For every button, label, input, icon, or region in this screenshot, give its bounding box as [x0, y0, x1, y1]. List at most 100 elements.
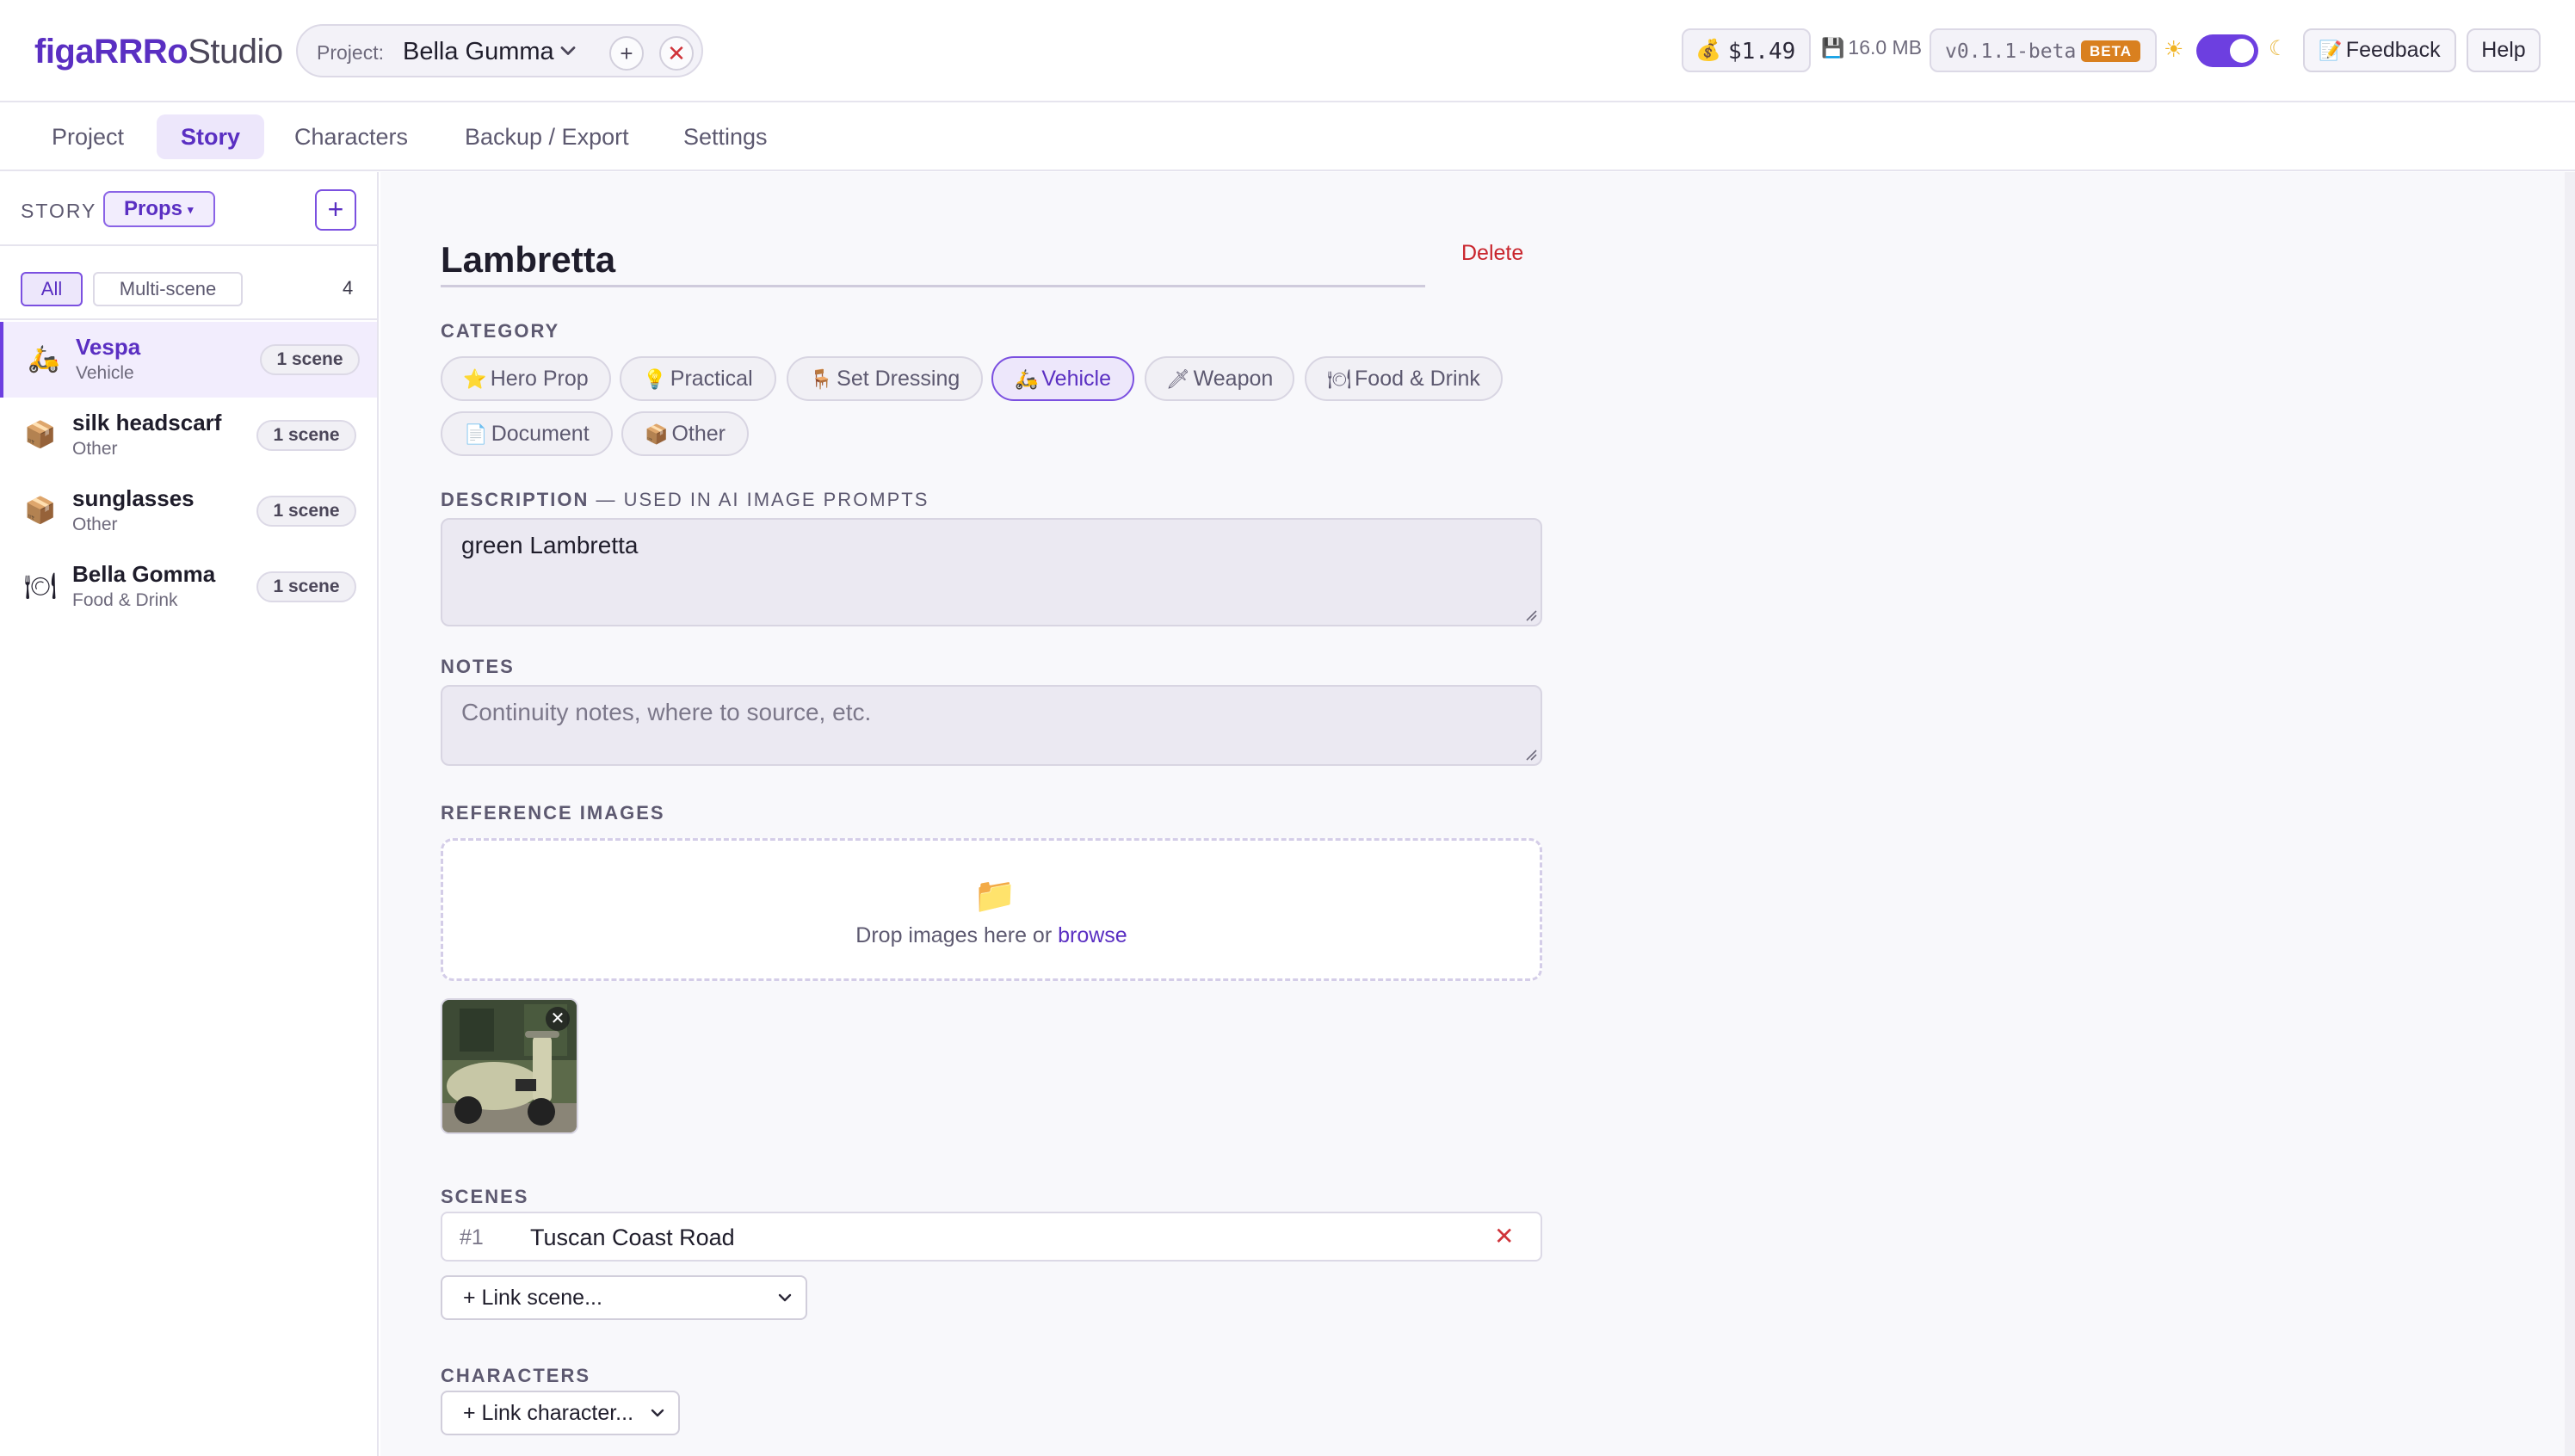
filter-multi-scene-button[interactable]: Multi-scene: [93, 272, 243, 306]
project-label: Project:: [317, 41, 384, 64]
description-label: DESCRIPTION — USED IN AI IMAGE PROMPTS: [441, 489, 929, 511]
chip-label: Document: [491, 422, 590, 446]
category-chip-document[interactable]: 📄 Document: [441, 411, 613, 456]
linked-scene-row: #1 Tuscan Coast Road ✕: [441, 1212, 1542, 1262]
notes-textarea[interactable]: Continuity notes, where to source, etc.: [441, 685, 1542, 766]
link-scene-label: + Link scene...: [463, 1286, 602, 1310]
app-logo[interactable]: figaRRRoStudio: [34, 31, 283, 72]
toggle-knob: [2230, 39, 2254, 63]
tab-project[interactable]: Project: [28, 114, 148, 159]
item-name: Vespa: [76, 334, 141, 360]
notes-placeholder: Continuity notes, where to source, etc.: [461, 699, 872, 725]
item-name: sunglasses: [72, 485, 195, 511]
category-chip-vehicle[interactable]: 🛵 Vehicle: [991, 356, 1134, 401]
document-icon: 📄: [464, 423, 488, 445]
item-category: Vehicle: [76, 363, 134, 383]
filter-all-button[interactable]: All: [21, 272, 83, 306]
description-value: green Lambretta: [461, 532, 639, 558]
chip-label: Hero Prop: [490, 367, 589, 391]
folder-icon: 📁: [973, 877, 1016, 915]
scenes-label: SCENES: [441, 1186, 529, 1207]
link-character-select[interactable]: + Link character...: [441, 1391, 680, 1435]
plate-icon: 🍽: [1327, 368, 1352, 390]
main-tabs: Project Story Characters Backup / Export…: [0, 104, 2575, 171]
resize-handle-icon[interactable]: [1525, 609, 1537, 621]
tab-characters[interactable]: Characters: [270, 114, 432, 159]
app-header: figaRRRoStudio Project: Bella Gumma + ✕ …: [0, 0, 2575, 102]
vertical-scrollbar[interactable]: [2565, 172, 2575, 1456]
unlink-scene-button[interactable]: ✕: [1494, 1222, 1514, 1250]
item-count: 4: [343, 277, 354, 299]
project-switcher[interactable]: Project: Bella Gumma + ✕: [296, 24, 703, 77]
star-icon: ⭐: [463, 368, 487, 390]
chevron-down-icon: [778, 1293, 792, 1302]
beta-badge: BETA: [2081, 40, 2141, 62]
tab-settings[interactable]: Settings: [659, 114, 792, 159]
sidebar-filter-bar: All Multi-scene 4: [0, 248, 377, 320]
package-icon: 📦: [645, 423, 669, 445]
characters-label: CHARACTERS: [441, 1365, 590, 1386]
help-button[interactable]: Help: [2467, 28, 2541, 72]
list-item[interactable]: 📦 sunglasses Other 1 scene: [0, 473, 377, 549]
description-hint: — USED IN AI IMAGE PROMPTS: [589, 489, 929, 510]
memo-icon: 📝: [2319, 40, 2343, 61]
scene-count-badge: 1 scene: [260, 344, 360, 375]
caret-down-icon: ▾: [188, 202, 194, 216]
reference-image-thumbnail[interactable]: ✕: [441, 998, 578, 1134]
package-icon: 📦: [24, 497, 57, 525]
brand-studio: Studio: [188, 33, 283, 71]
scene-name[interactable]: Tuscan Coast Road: [530, 1225, 735, 1251]
add-project-button[interactable]: +: [609, 36, 644, 71]
tab-story[interactable]: Story: [157, 114, 265, 159]
browse-link[interactable]: browse: [1058, 923, 1127, 947]
category-chip-food-drink[interactable]: 🍽 Food & Drink: [1305, 356, 1503, 401]
link-scene-select[interactable]: + Link scene...: [441, 1275, 807, 1320]
chevron-down-icon: [651, 1409, 664, 1417]
remove-image-button[interactable]: ✕: [546, 1007, 570, 1031]
category-chip-set-dressing[interactable]: 🪑 Set Dressing: [787, 356, 983, 401]
list-item[interactable]: 🛵 Vespa Vehicle 1 scene: [0, 322, 377, 398]
plate-icon: 🍽: [24, 572, 58, 601]
prop-title-input[interactable]: Lambretta: [441, 232, 1425, 287]
sidebar-toolbar: STORY Props ▾ +: [0, 172, 377, 246]
sun-icon: ☀: [2164, 36, 2184, 62]
scooter-icon: 🛵: [28, 345, 60, 373]
story-type-select[interactable]: Props ▾: [103, 191, 215, 227]
story-type-value: Props: [124, 197, 183, 220]
sidebar-section-label: STORY: [21, 200, 97, 222]
package-icon: 📦: [24, 421, 57, 449]
tab-backup-export[interactable]: Backup / Export: [441, 114, 653, 159]
feedback-label: Feedback: [2345, 38, 2441, 62]
list-item[interactable]: 📦 silk headscarf Other 1 scene: [0, 398, 377, 473]
item-name: Bella Gomma: [72, 561, 216, 587]
link-character-label: + Link character...: [463, 1401, 634, 1425]
list-item[interactable]: 🍽 Bella Gomma Food & Drink 1 scene: [0, 549, 377, 625]
version-value: v0.1.1-beta: [1945, 40, 2077, 63]
category-chip-other[interactable]: 📦 Other: [621, 411, 749, 456]
version-badge: v0.1.1-beta BETA: [1930, 28, 2157, 72]
category-label: CATEGORY: [441, 320, 560, 342]
storage-value: 16.0 MB: [1848, 36, 1923, 59]
category-chip-practical[interactable]: 💡 Practical: [620, 356, 776, 401]
image-dropzone[interactable]: 📁 Drop images here or browse: [441, 838, 1542, 981]
resize-handle-icon[interactable]: [1525, 749, 1537, 761]
chevron-down-icon[interactable]: [556, 38, 580, 64]
close-project-button[interactable]: ✕: [659, 36, 694, 71]
category-chip-hero-prop[interactable]: ⭐ Hero Prop: [441, 356, 611, 401]
theme-toggle[interactable]: [2196, 34, 2258, 67]
item-category: Other: [72, 515, 118, 534]
project-name[interactable]: Bella Gumma: [403, 38, 554, 66]
category-chip-weapon[interactable]: 🗡 Weapon: [1145, 356, 1294, 401]
chip-label: Vehicle: [1041, 367, 1112, 391]
delete-button[interactable]: Delete: [1461, 241, 1523, 266]
description-textarea[interactable]: green Lambretta: [441, 518, 1542, 626]
add-prop-button[interactable]: +: [315, 189, 356, 231]
feedback-button[interactable]: 📝 Feedback: [2303, 28, 2456, 72]
scooter-icon: 🛵: [1014, 368, 1039, 390]
chip-label: Practical: [670, 367, 753, 391]
floppy-disk-icon: 💾: [1821, 37, 1845, 59]
cost-indicator: 💰 $1.49: [1682, 28, 1811, 72]
money-bag-icon: 💰: [1695, 39, 1721, 62]
dropzone-text: Drop images here or browse: [443, 923, 1540, 948]
drop-instruction: Drop images here or: [855, 923, 1059, 947]
